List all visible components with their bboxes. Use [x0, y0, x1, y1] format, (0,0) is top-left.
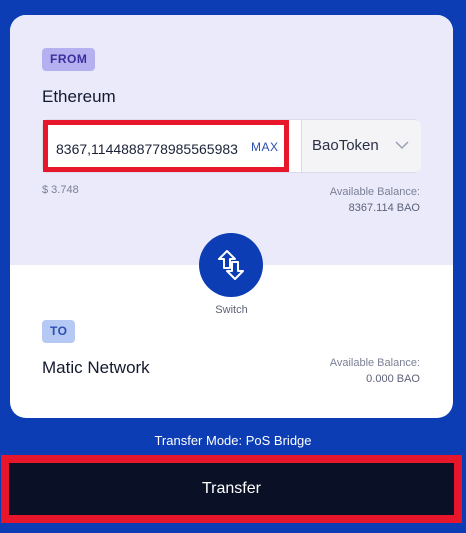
- token-label: BaoToken: [312, 137, 379, 154]
- usd-value: $ 3.748: [42, 184, 79, 196]
- swap-arrows-icon: [218, 250, 244, 280]
- balance-label: Available Balance:: [329, 186, 420, 198]
- from-network-name: Ethereum: [42, 87, 116, 106]
- switch-label: Switch: [215, 304, 248, 316]
- switch-button[interactable]: [199, 233, 263, 297]
- to-available-balance: Available Balance: 0.000 BAO: [330, 355, 420, 387]
- transfer-button[interactable]: Transfer: [9, 463, 454, 515]
- max-button[interactable]: MAX: [251, 140, 279, 154]
- balance-label: Available Balance:: [329, 357, 420, 369]
- chevron-down-icon: [395, 141, 409, 150]
- token-select[interactable]: BaoToken: [301, 120, 421, 172]
- balance-amount: 8367.114 BAO: [348, 202, 420, 214]
- from-section: FROM Ethereum MAX BaoToken $ 3.748 Avail…: [10, 15, 453, 265]
- amount-input[interactable]: [56, 139, 246, 159]
- amount-field-highlight: MAX: [43, 120, 289, 172]
- transfer-mode-text: Transfer Mode: PoS Bridge: [154, 433, 312, 448]
- bridge-card: FROM Ethereum MAX BaoToken $ 3.748 Avail…: [10, 15, 453, 418]
- balance-amount: 0.000 BAO: [366, 373, 420, 385]
- transfer-button-highlight: Transfer: [1, 455, 462, 523]
- amount-input-row: MAX BaoToken: [42, 119, 421, 173]
- from-available-balance: Available Balance: 8367.114 BAO: [330, 184, 420, 216]
- from-badge: FROM: [42, 48, 96, 71]
- to-network-name: Matic Network: [42, 358, 150, 377]
- to-badge: TO: [42, 320, 76, 343]
